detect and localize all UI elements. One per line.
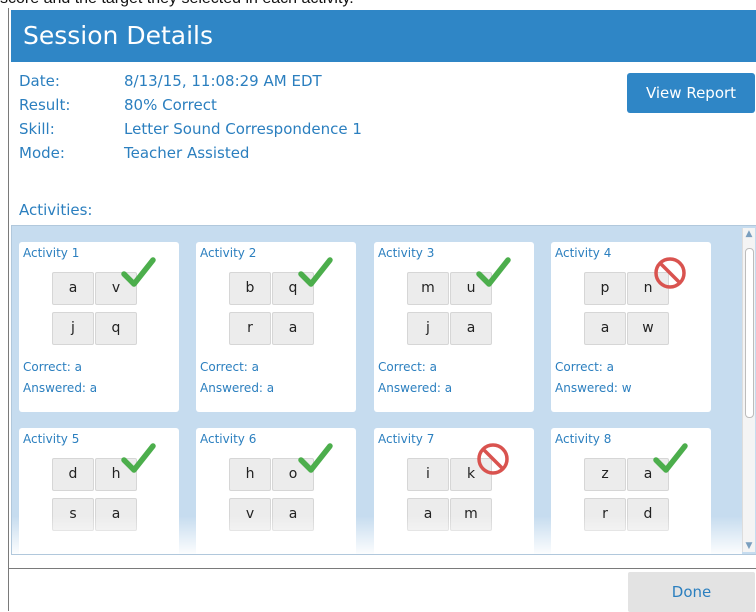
activity-card: Activity 4 p n a w Correct: a Answered: w <box>551 242 711 412</box>
dialog-title: Session Details <box>11 10 756 62</box>
letter-tile: a <box>52 272 94 305</box>
letter-tile: r <box>584 498 626 531</box>
activity-title: Activity 3 <box>378 246 435 260</box>
checkmark-icon <box>298 443 333 473</box>
answered-value: Answered: a <box>23 381 98 395</box>
mode-label: Mode: <box>19 144 65 162</box>
scroll-up-icon[interactable]: ▲ <box>744 229 754 239</box>
date-value: 8/13/15, 11:08:29 AM EDT <box>124 72 322 90</box>
letter-tile: b <box>229 272 271 305</box>
correct-answer: Correct: a <box>23 360 83 374</box>
activities-heading: Activities: <box>19 201 93 219</box>
letter-tile: j <box>52 312 94 345</box>
activities-panel[interactable]: Activity 1 a v j q Correct: a Answered: a Activ… <box>11 225 756 555</box>
checkmark-icon <box>121 443 156 473</box>
done-button[interactable]: Done <box>628 572 755 612</box>
letter-tile: w <box>627 312 669 345</box>
checkmark-icon <box>476 257 511 287</box>
answered-value: Answered: w <box>555 381 632 395</box>
letter-tile: a <box>584 312 626 345</box>
letter-tile: j <box>407 312 449 345</box>
answered-value: Answered: a <box>378 381 453 395</box>
letter-tile: d <box>627 498 669 531</box>
activity-title: Activity 5 <box>23 432 80 446</box>
skill-label: Skill: <box>19 120 55 138</box>
activity-card: Activity 7ikam <box>374 428 534 554</box>
checkmark-icon <box>121 257 156 287</box>
letter-tile: p <box>584 272 626 305</box>
correct-answer: Correct: a <box>378 360 438 374</box>
activity-title: Activity 6 <box>200 432 257 446</box>
footer-divider <box>9 568 756 569</box>
letter-tile: v <box>229 498 271 531</box>
scrollbar-thumb[interactable] <box>745 248 754 418</box>
activities-scrollbar[interactable]: ▲ ▼ <box>742 228 755 552</box>
date-label: Date: <box>19 72 60 90</box>
letter-tile: q <box>95 312 137 345</box>
activity-card: Activity 8zard <box>551 428 711 554</box>
activity-card: Activity 5dhsa <box>19 428 179 554</box>
letter-tile: h <box>229 458 271 491</box>
prohibited-icon <box>477 443 509 475</box>
view-report-button[interactable]: View Report <box>627 73 755 113</box>
activity-card: Activity 3 m u j a Correct: a Answered: a <box>374 242 534 412</box>
letter-tile: a <box>95 498 137 531</box>
activity-title: Activity 2 <box>200 246 257 260</box>
activity-title: Activity 8 <box>555 432 612 446</box>
scroll-down-icon[interactable]: ▼ <box>744 541 754 551</box>
letter-tile: a <box>450 312 492 345</box>
letter-tile: i <box>407 458 449 491</box>
checkmark-icon <box>298 257 333 287</box>
letter-tile: r <box>229 312 271 345</box>
activity-title: Activity 1 <box>23 246 80 260</box>
correct-answer: Correct: a <box>200 360 260 374</box>
letter-tile: z <box>584 458 626 491</box>
activity-card: Activity 1 a v j q Correct: a Answered: a <box>19 242 179 412</box>
skill-value: Letter Sound Correspondence 1 <box>124 120 362 138</box>
session-details-dialog: Session Details Date: 8/13/15, 11:08:29 … <box>8 8 756 612</box>
activity-title: Activity 7 <box>378 432 435 446</box>
letter-tile: a <box>272 312 314 345</box>
caption-text: score and the target they selected in ea… <box>0 0 756 8</box>
letter-tile: m <box>407 272 449 305</box>
activity-card: Activity 6hova <box>196 428 356 554</box>
result-label: Result: <box>19 96 71 114</box>
mode-value: Teacher Assisted <box>124 144 250 162</box>
correct-answer: Correct: a <box>555 360 615 374</box>
activity-title: Activity 4 <box>555 246 612 260</box>
letter-tile: a <box>407 498 449 531</box>
letter-tile: d <box>52 458 94 491</box>
letter-tile: m <box>450 498 492 531</box>
activity-card: Activity 2 b q r a Correct: a Answered: a <box>196 242 356 412</box>
prohibited-icon <box>654 257 686 289</box>
letter-tile: s <box>52 498 94 531</box>
answered-value: Answered: a <box>200 381 275 395</box>
result-value: 80% Correct <box>124 96 217 114</box>
letter-tile: a <box>272 498 314 531</box>
checkmark-icon <box>653 443 688 473</box>
